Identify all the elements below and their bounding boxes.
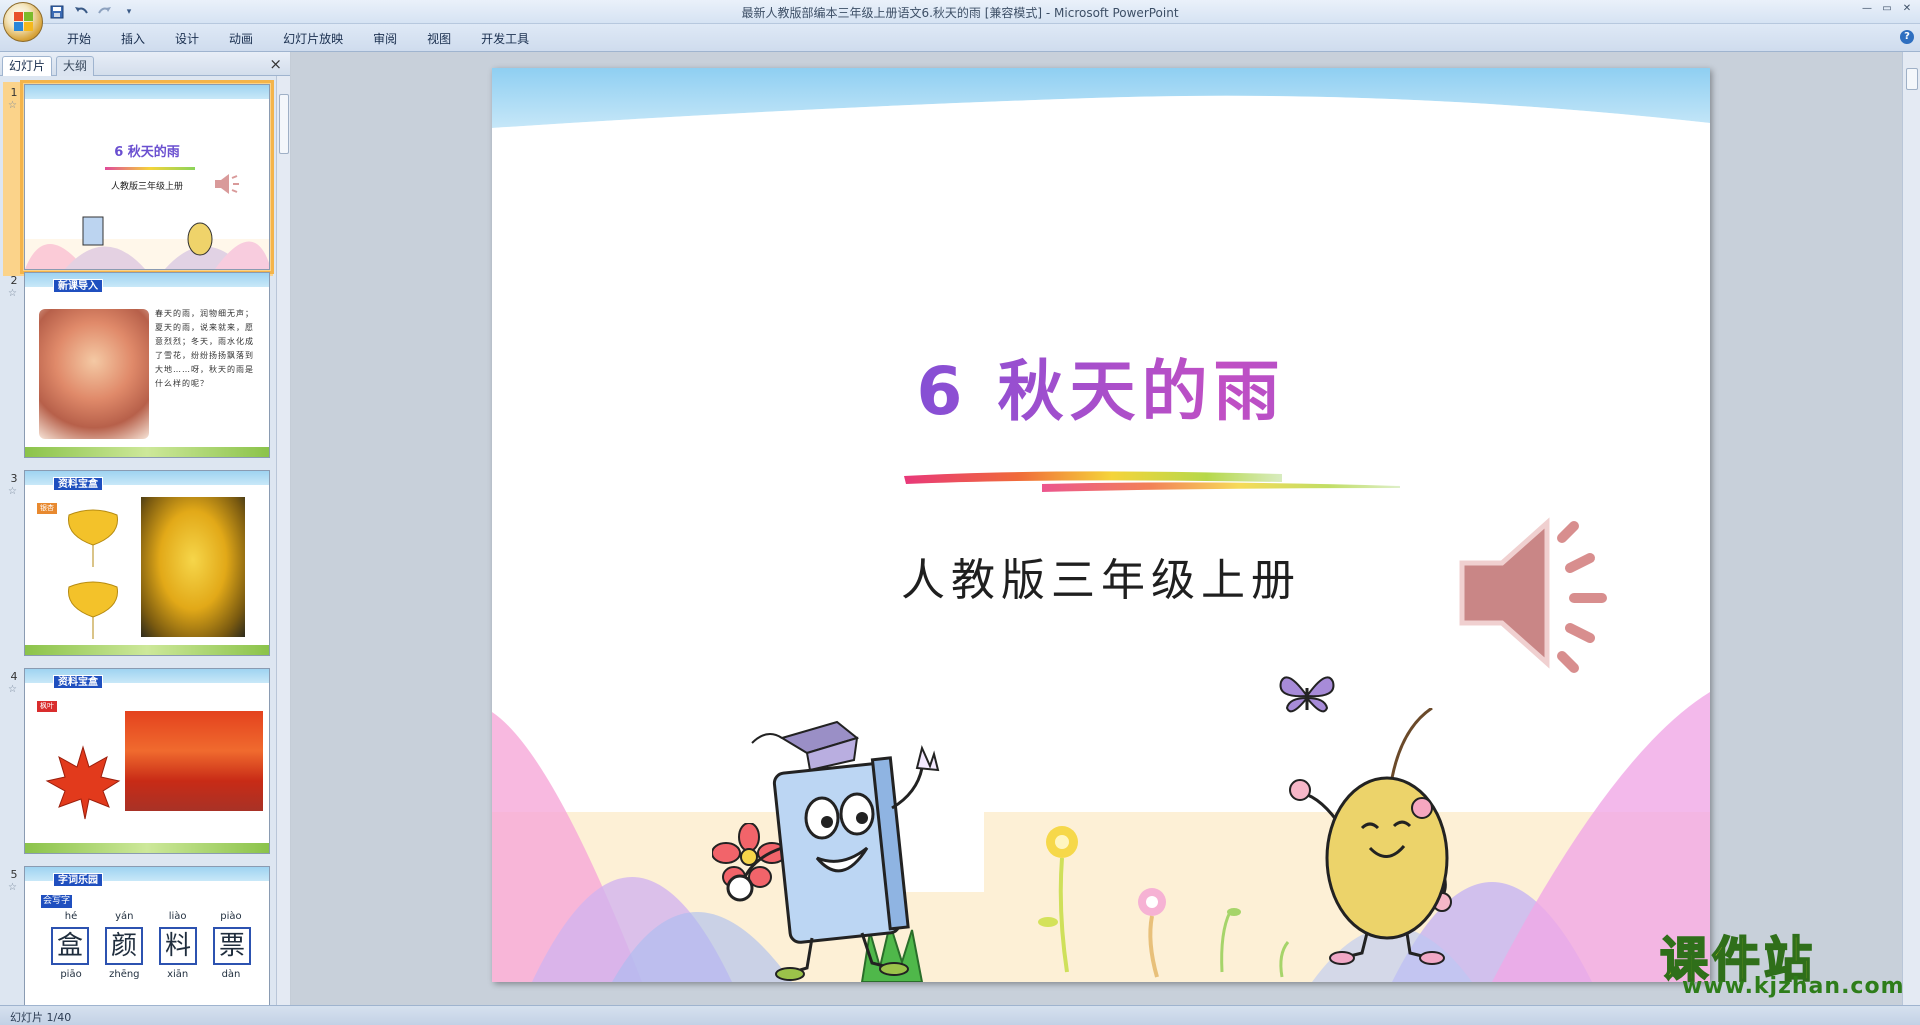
ginkgo-leaf-icon [68, 509, 118, 567]
pinyin: piào [220, 911, 242, 922]
slide-title[interactable]: 6 秋天的雨 [492, 338, 1710, 434]
thumb-photo-ginkgo-tree [141, 497, 245, 637]
animation-star-icon: ☆ [8, 684, 17, 695]
close-pane-icon[interactable]: × [269, 55, 282, 73]
thumbnail-list: 1 ☆ 6 秋天的雨 人教版三年级上册 2 ☆ 新课导入 春天的雨，润物细无声；… [0, 76, 290, 1005]
thumbnail-5[interactable]: 5 ☆ 字词乐园 会写字 hé yán liào piào 盒 颜 料 票 pi… [6, 866, 270, 1005]
thumbnail-number: 3 [10, 472, 18, 485]
pinyin-row-2: piāo zhēng xiān dàn [51, 969, 251, 980]
pinyin-row: hé yán liào piào [51, 911, 251, 922]
watermark-url: www.kjzhan.com [1682, 974, 1905, 999]
thumb-title: 6 秋天的雨 [114, 145, 180, 160]
rainbow-brush-stroke [904, 471, 1400, 492]
pinyin: zhēng [109, 969, 140, 980]
slide-sky-banner [492, 68, 1710, 138]
ginkgo-leaf-icon [68, 581, 118, 639]
pinyin: liào [168, 911, 187, 922]
animation-star-icon: ☆ [8, 100, 17, 111]
speaker-icon [213, 171, 241, 200]
status-bar: 幻灯片 1/40 [0, 1005, 1920, 1025]
thumb-tag: 新课导入 [53, 279, 103, 293]
thumbnail-number: 4 [10, 670, 18, 683]
thumbnail-3[interactable]: 3 ☆ 资料宝盒 银杏 [6, 470, 270, 660]
thumbnail-number: 2 [10, 274, 18, 287]
tab-home[interactable]: 开始 [52, 30, 106, 48]
minimize-icon[interactable]: — [1858, 2, 1876, 16]
thumbnail-slide[interactable]: 字词乐园 会写字 hé yán liào piào 盒 颜 料 票 piāo z… [24, 866, 270, 1005]
slide-bottom-scenery [492, 692, 1710, 982]
slide-counter: 幻灯片 1/40 [10, 1011, 72, 1024]
vertical-scrollbar[interactable] [1902, 52, 1920, 1005]
char-box: 料 [159, 927, 197, 965]
thumbnail-1[interactable]: 1 ☆ 6 秋天的雨 人教版三年级上册 [6, 80, 274, 274]
tab-design[interactable]: 设计 [160, 30, 214, 48]
char-box: 票 [213, 927, 251, 965]
pinyin: yán [115, 911, 134, 922]
thumb-text: 春天的雨，润物细无声；夏天的雨，说来就来，愿意烈烈；冬天，雨水化成了雪花，纷纷扬… [155, 309, 254, 388]
thumb-grass [25, 843, 269, 853]
maple-leaf-icon [45, 745, 121, 820]
tab-developer[interactable]: 开发工具 [466, 30, 544, 48]
pinyin: piāo [60, 969, 82, 980]
thumbnail-number: 1 [10, 86, 18, 99]
animation-star-icon: ☆ [8, 288, 17, 299]
tab-insert[interactable]: 插入 [106, 30, 160, 48]
pinyin: dàn [221, 969, 241, 980]
pane-tabs: 幻灯片 大纲 × [0, 52, 290, 76]
tab-outline[interactable]: 大纲 [56, 56, 95, 76]
tab-slides[interactable]: 幻灯片 [2, 56, 53, 76]
watermark-logo: 课件站 www.kjzhan.com [1659, 920, 1904, 1000]
thumb-grass [25, 645, 269, 655]
main-slide[interactable]: 6 秋天的雨 人教版三年级上册 [492, 68, 1710, 982]
thumbnail-4[interactable]: 4 ☆ 资料宝盒 枫叶 [6, 668, 270, 858]
thumb-label: 银杏 [37, 503, 57, 514]
animation-star-icon: ☆ [8, 882, 17, 893]
office-logo-icon [14, 12, 34, 32]
thumb-photo-girl [39, 309, 149, 439]
egg-character-illustration [1289, 708, 1452, 965]
office-button[interactable] [3, 2, 43, 42]
book-character-illustration [726, 720, 940, 981]
thumbnail-number: 5 [10, 868, 18, 881]
thumbnail-slide[interactable]: 资料宝盒 枫叶 [24, 668, 270, 854]
thumb-tag: 资料宝盒 [53, 477, 103, 491]
pinyin: xiān [167, 969, 189, 980]
thumb-sky [25, 85, 269, 99]
thumb-brush [105, 167, 195, 170]
thumb-bottom-art [25, 216, 269, 269]
tab-review[interactable]: 审阅 [358, 30, 412, 48]
window-controls: — ▭ ✕ [1858, 2, 1916, 16]
thumbnail-slide[interactable]: 6 秋天的雨 人教版三年级上册 [20, 80, 274, 274]
speaker-icon[interactable] [1452, 508, 1632, 678]
thumb-grass [25, 447, 269, 457]
tab-view[interactable]: 视图 [412, 30, 466, 48]
thumbnail-2[interactable]: 2 ☆ 新课导入 春天的雨，润物细无声；夏天的雨，说来就来，愿意烈烈；冬天，雨水… [6, 272, 270, 462]
thumbnail-slide[interactable]: 资料宝盒 银杏 [24, 470, 270, 656]
close-window-icon[interactable]: ✕ [1898, 2, 1916, 16]
tab-animation[interactable]: 动画 [214, 30, 268, 48]
slides-pane: 幻灯片 大纲 × 1 ☆ 6 秋天的雨 人教版三年级上册 2 ☆ 新课导入 春天… [0, 52, 290, 1005]
thumb-photo-maple-trees [125, 711, 263, 811]
char-row: 盒 颜 料 票 [51, 927, 251, 965]
maximize-icon[interactable]: ▭ [1878, 2, 1896, 16]
help-icon[interactable]: ? [1900, 30, 1914, 44]
ribbon-tabs: 开始 插入 设计 动画 幻灯片放映 审阅 视图 开发工具 [52, 30, 544, 48]
thumb-tag: 资料宝盒 [53, 675, 103, 689]
thumbnail-slide[interactable]: 新课导入 春天的雨，润物细无声；夏天的雨，说来就来，愿意烈烈；冬天，雨水化成了雪… [24, 272, 270, 458]
pane-scrollbar-thumb[interactable] [279, 94, 289, 154]
thumb-tag: 字词乐园 [53, 873, 103, 887]
thumb-label: 会写字 [41, 895, 73, 908]
tab-slideshow[interactable]: 幻灯片放映 [268, 30, 358, 48]
title-bar: ▾ 最新人教版部编本三年级上册语文6.秋天的雨 [兼容模式] - Microso… [0, 0, 1920, 42]
vertical-scrollbar-thumb[interactable] [1906, 68, 1918, 90]
pane-scrollbar[interactable] [276, 76, 290, 1005]
pinyin: hé [64, 911, 78, 922]
char-box: 颜 [105, 927, 143, 965]
ribbon: 开始 插入 设计 动画 幻灯片放映 审阅 视图 开发工具 ? [0, 24, 1920, 52]
char-box: 盒 [51, 927, 89, 965]
window-title: 最新人教版部编本三年级上册语文6.秋天的雨 [兼容模式] - Microsoft… [741, 6, 1179, 20]
animation-star-icon: ☆ [8, 486, 17, 497]
thumb-label: 枫叶 [37, 701, 57, 712]
